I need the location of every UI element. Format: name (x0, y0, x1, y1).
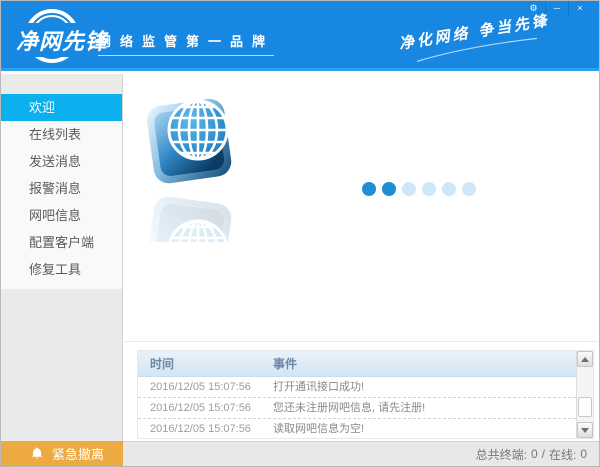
gear-icon: ⚙ (529, 3, 538, 13)
loading-dot-4 (442, 182, 456, 196)
sidebar-item-0[interactable]: 欢迎 (1, 94, 122, 121)
app-logo: 净网先锋 (13, 8, 112, 66)
event-log-table: 时间 事件 2016/12/05 15:07:56 打开通讯接口成功! 2016… (137, 350, 594, 439)
status-total-value: 0 (530, 447, 538, 461)
table-header: 时间 事件 (138, 351, 593, 377)
settings-button[interactable]: ⚙ (522, 1, 545, 15)
header: 净网先锋 网络监管第一品牌 净化网络 争当先锋 ⚙ ─ × (1, 1, 599, 71)
sidebar: 欢迎 在线列表 发送消息 报警消息 网吧信息 配置客户端 修复工具 (1, 74, 123, 441)
loading-dot-2 (402, 182, 416, 196)
emergency-evacuate-button[interactable]: 紧急撤离 (1, 441, 123, 466)
header-slogan: 净化网络 争当先锋 (397, 9, 553, 65)
status-separator: / (541, 447, 545, 461)
arrow-down-icon (581, 427, 589, 433)
sidebar-item-2[interactable]: 发送消息 (1, 148, 122, 175)
separator-line (124, 341, 598, 342)
cell-time: 2016/12/05 15:07:56 (150, 381, 251, 393)
close-icon: × (577, 3, 583, 13)
sidebar-item-1[interactable]: 在线列表 (1, 121, 122, 148)
minimize-icon: ─ (553, 3, 561, 13)
sidebar-item-4[interactable]: 网吧信息 (1, 202, 122, 229)
status-online-value: 0 (580, 447, 587, 461)
header-tagline: 网络监管第一品牌 (98, 31, 275, 56)
scrollbar-thumb[interactable] (578, 397, 592, 417)
cell-event: 读取网吧信息为空! (273, 423, 365, 435)
table-scrollbar[interactable] (576, 351, 593, 438)
loading-dots (362, 182, 476, 196)
table-row-1[interactable]: 2016/12/05 15:07:56 您还未注册网吧信息, 请先注册! (138, 398, 576, 419)
window-controls: ⚙ ─ × (522, 1, 591, 15)
sidebar-menu: 欢迎 在线列表 发送消息 报警消息 网吧信息 配置客户端 修复工具 (1, 94, 122, 289)
bell-icon (31, 447, 43, 459)
cell-event: 您还未注册网吧信息, 请先注册! (273, 402, 426, 414)
scroll-up-button[interactable] (577, 351, 593, 367)
sidebar-item-5[interactable]: 配置客户端 (1, 229, 122, 256)
loading-dot-0 (362, 182, 376, 196)
arrow-up-icon (581, 356, 589, 362)
sidebar-item-6[interactable]: 修复工具 (1, 256, 122, 283)
table-row-2[interactable]: 2016/12/05 15:07:56 读取网吧信息为空! (138, 419, 576, 438)
column-header-time: 时间 (150, 357, 175, 371)
cell-event: 打开通讯接口成功! (273, 381, 365, 393)
cell-time: 2016/12/05 15:07:56 (150, 402, 251, 414)
cell-time: 2016/12/05 15:07:56 (150, 423, 251, 435)
loading-dot-1 (382, 182, 396, 196)
close-button[interactable]: × (568, 1, 591, 15)
status-total-label: 总共终端: (475, 447, 527, 462)
scroll-down-button[interactable] (577, 422, 593, 438)
status-bar: 总共终端: 0 / 在线: 0 (123, 441, 599, 466)
main-panel: 时间 事件 2016/12/05 15:07:56 打开通讯接口成功! 2016… (124, 74, 598, 441)
table-row-0[interactable]: 2016/12/05 15:07:56 打开通讯接口成功! (138, 377, 576, 398)
column-header-event: 事件 (273, 357, 298, 371)
app-window: 净网先锋 网络监管第一品牌 净化网络 争当先锋 ⚙ ─ × 欢迎 在线列表 发送… (0, 0, 600, 467)
table-body: 2016/12/05 15:07:56 打开通讯接口成功! 2016/12/05… (138, 377, 576, 438)
loading-dot-5 (462, 182, 476, 196)
emergency-label: 紧急撤离 (52, 447, 105, 462)
logo-text: 净网先锋 (13, 23, 112, 57)
loading-dot-3 (422, 182, 436, 196)
globe-icon (142, 99, 242, 242)
sidebar-item-3[interactable]: 报警消息 (1, 175, 122, 202)
minimize-button[interactable]: ─ (545, 1, 568, 15)
status-online-label: 在线: (548, 447, 577, 462)
